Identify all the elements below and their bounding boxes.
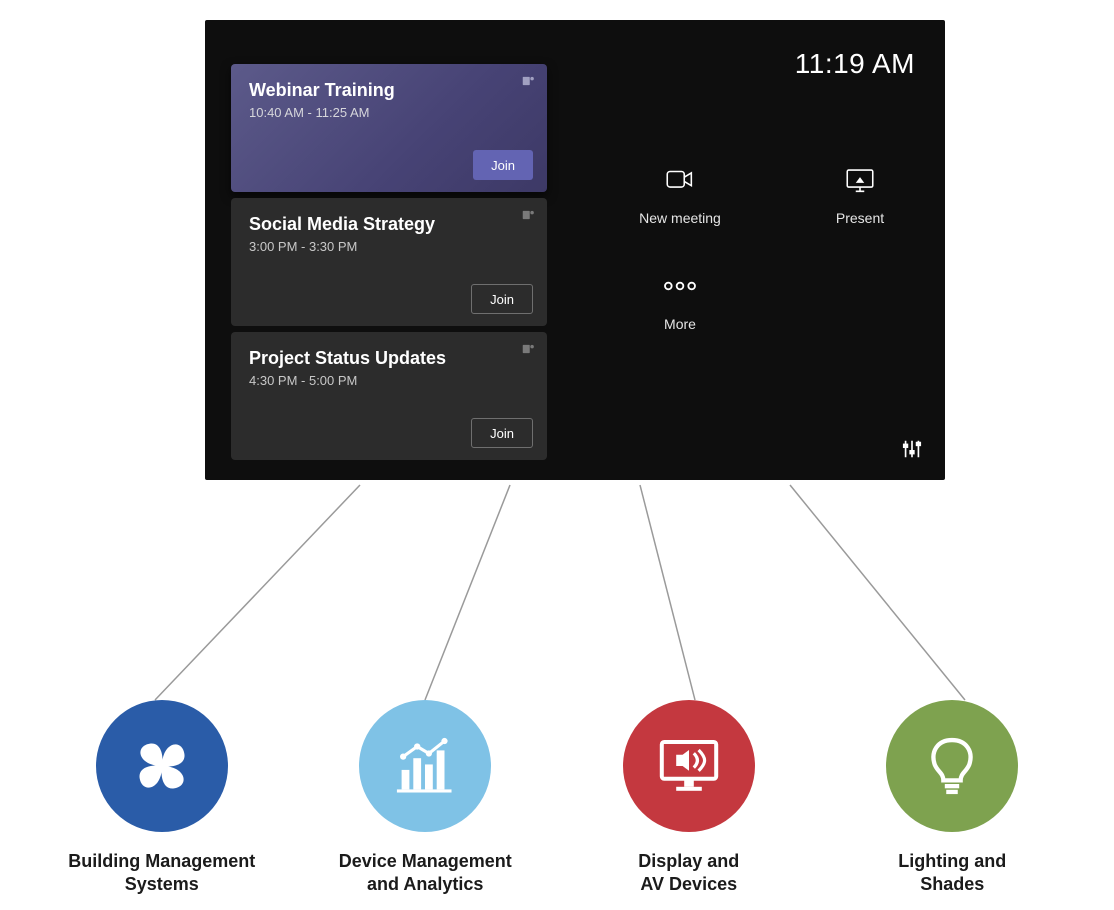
feature-label: Display and AV Devices bbox=[638, 850, 739, 897]
action-label: New meeting bbox=[639, 210, 721, 226]
lightbulb-icon bbox=[886, 700, 1018, 832]
join-button[interactable]: Join bbox=[471, 284, 533, 314]
meeting-card[interactable]: Social Media Strategy 3:00 PM - 3:30 PM … bbox=[231, 198, 547, 326]
join-button[interactable]: Join bbox=[473, 150, 533, 180]
feature-label: Device Management and Analytics bbox=[339, 850, 512, 897]
meeting-title: Social Media Strategy bbox=[249, 214, 529, 235]
action-label: More bbox=[664, 316, 696, 332]
analytics-icon bbox=[359, 700, 491, 832]
feature-display-av: Display and AV Devices bbox=[574, 700, 804, 897]
meeting-title: Webinar Training bbox=[249, 80, 529, 101]
action-label: Present bbox=[836, 210, 884, 226]
teams-icon bbox=[521, 208, 535, 222]
settings-sliders-icon[interactable] bbox=[901, 438, 923, 460]
meeting-time: 3:00 PM - 3:30 PM bbox=[249, 239, 529, 254]
fan-icon bbox=[96, 700, 228, 832]
meeting-time: 4:30 PM - 5:00 PM bbox=[249, 373, 529, 388]
feature-label: Lighting and Shades bbox=[898, 850, 1006, 897]
meeting-card[interactable]: Project Status Updates 4:30 PM - 5:00 PM… bbox=[231, 332, 547, 460]
feature-device-management: Device Management and Analytics bbox=[310, 700, 540, 897]
camera-icon bbox=[660, 160, 700, 200]
feature-building-management: Building Management Systems bbox=[47, 700, 277, 897]
meeting-time: 10:40 AM - 11:25 AM bbox=[249, 105, 529, 120]
feature-row: Building Management Systems Device Manag… bbox=[0, 700, 1114, 897]
monitor-speaker-icon bbox=[623, 700, 755, 832]
meeting-card[interactable]: Webinar Training 10:40 AM - 11:25 AM Joi… bbox=[231, 64, 547, 192]
action-grid: New meeting Present More bbox=[625, 160, 925, 332]
teams-icon bbox=[521, 342, 535, 356]
new-meeting-action[interactable]: New meeting bbox=[625, 160, 735, 226]
teams-icon bbox=[521, 74, 535, 88]
feature-label: Building Management Systems bbox=[68, 850, 255, 897]
meeting-title: Project Status Updates bbox=[249, 348, 529, 369]
clock: 11:19 AM bbox=[795, 48, 915, 80]
join-button[interactable]: Join bbox=[471, 418, 533, 448]
present-icon bbox=[840, 160, 880, 200]
more-action[interactable]: More bbox=[625, 266, 735, 332]
teams-room-panel: 11:19 AM Webinar Training 10:40 AM - 11:… bbox=[205, 20, 945, 480]
feature-lighting-shades: Lighting and Shades bbox=[837, 700, 1067, 897]
present-action[interactable]: Present bbox=[805, 160, 915, 226]
meeting-list: Webinar Training 10:40 AM - 11:25 AM Joi… bbox=[231, 64, 547, 466]
more-icon bbox=[660, 266, 700, 306]
